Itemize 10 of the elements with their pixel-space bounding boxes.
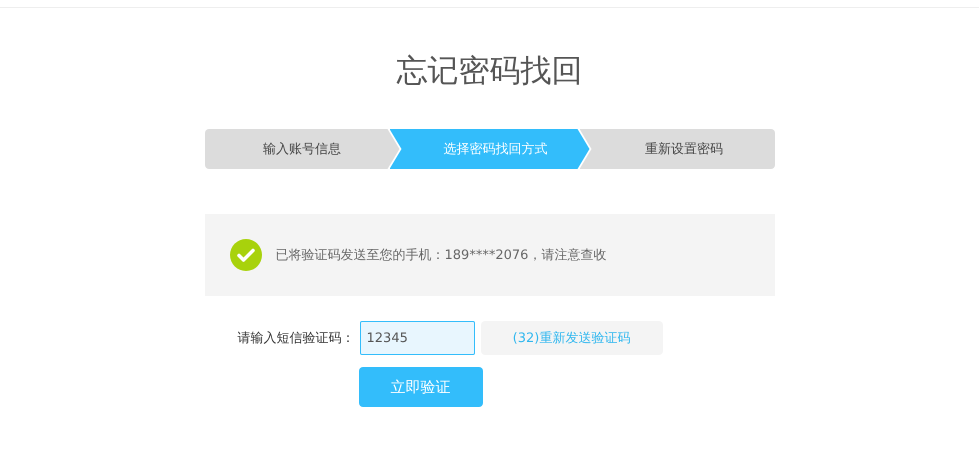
notice-text: 已将验证码发送至您的手机：189****2076，请注意查收 <box>276 247 606 264</box>
progress-step: 重新设置密码 <box>580 129 774 169</box>
resend-button[interactable]: (32)重新发送验证码 <box>480 321 662 355</box>
progress-step: 选择密码找回方式 <box>390 129 590 169</box>
page-title: 忘记密码找回 <box>396 52 582 91</box>
check-icon <box>230 239 262 271</box>
code-input-field[interactable]: 12345 <box>360 321 474 355</box>
field-label: 请输入短信验证码： <box>236 330 354 347</box>
verify-button[interactable]: 立即验证 <box>358 367 482 407</box>
progress-step: 输入账号信息 <box>204 129 400 169</box>
